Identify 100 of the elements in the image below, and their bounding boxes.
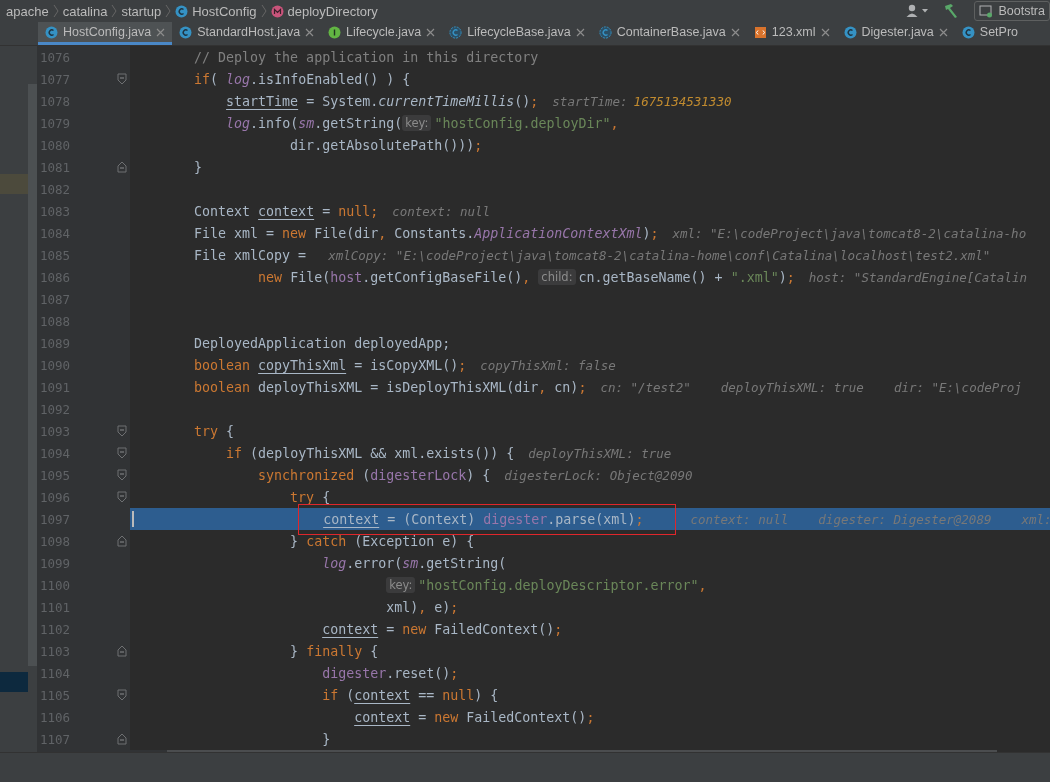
code-token: boolean [194, 379, 251, 395]
code-token: ; [650, 225, 659, 241]
close-icon[interactable] [426, 27, 436, 37]
close-icon[interactable] [730, 27, 740, 37]
fold-marker-icon[interactable] [116, 645, 127, 657]
fold-marker-icon[interactable] [116, 73, 127, 85]
fold-marker-icon[interactable] [116, 425, 127, 437]
close-icon[interactable] [305, 27, 315, 37]
editor-tab[interactable]: ContainerBase.java [591, 22, 747, 45]
fold-marker-icon[interactable] [116, 689, 127, 701]
run-configuration-dropdown[interactable]: Bootstra [974, 1, 1050, 21]
chevron-icon [52, 4, 59, 18]
code-token: ) [778, 269, 787, 285]
parameter-hint: key: [386, 577, 416, 593]
code-token: File xml = [194, 225, 276, 241]
editor-tab[interactable]: StandardHost.java [172, 22, 322, 45]
inline-value-hint: context: null digester: Digester@2089 xml: [690, 511, 1050, 527]
code-token: if [194, 71, 211, 87]
fold-marker-icon[interactable] [116, 535, 127, 547]
code-token: (Exception e) { [354, 533, 475, 549]
code-token: = [322, 203, 332, 219]
code-token: context [354, 687, 411, 703]
code-token: } [194, 159, 203, 175]
code-token: , [610, 115, 619, 131]
breadcrumb-item[interactable]: catalina [62, 3, 108, 19]
code-token: = System. [306, 93, 379, 109]
code-token: sm [298, 115, 315, 131]
breadcrumb-item[interactable]: deployDirectory [287, 3, 378, 19]
inline-value-hint: context: null [392, 203, 491, 219]
code-token: Context [194, 203, 252, 219]
code-token: digester [483, 511, 548, 527]
abstract-class-icon [449, 25, 463, 39]
inline-value-hint: 1675134531330 [633, 93, 732, 109]
close-icon[interactable] [575, 27, 585, 37]
class-icon [175, 4, 189, 18]
code-token: = isCopyXML() [354, 357, 459, 373]
editor-tab[interactable]: Lifecycle.java [321, 22, 443, 45]
code-token: { [322, 489, 331, 505]
code-token: xml) [386, 599, 419, 615]
fold-marker-icon[interactable] [116, 161, 127, 173]
code-token: copyThisXml [258, 357, 347, 373]
code-token: null [442, 687, 475, 703]
code-token: finally [306, 643, 363, 659]
parameter-hint: child: [538, 269, 576, 285]
code-token: ".xml" [730, 269, 779, 285]
code-token: log [226, 115, 251, 131]
close-icon[interactable] [938, 27, 948, 37]
app-window-icon [979, 4, 994, 18]
code-token: .parse(xml) [547, 511, 636, 527]
code-token: ( [210, 71, 220, 87]
editor-tab[interactable]: SetPro [954, 22, 1026, 45]
code-token: try [194, 423, 219, 439]
code-token: } [290, 643, 300, 659]
code-token: File xmlCopy = [194, 247, 308, 263]
editor-tab[interactable]: 123.xml [746, 22, 837, 45]
fold-marker-icon[interactable] [116, 491, 127, 503]
code-token: ; [530, 93, 539, 109]
fold-marker-icon[interactable] [116, 469, 127, 481]
code-token: .getString( [418, 555, 507, 571]
code-token: ; [635, 511, 644, 527]
code-token: new [282, 225, 307, 241]
chevron-icon [165, 4, 172, 18]
parameter-hint: key: [402, 115, 432, 131]
code-token: host [330, 269, 363, 285]
inline-value-hint: xmlCopy: "E:\codeProject\java\tomcat8-2\catalina-home\conf\Catalina\localhost\test2.xml" [328, 247, 991, 263]
code-token: boolean [194, 357, 252, 373]
close-icon[interactable] [820, 27, 830, 37]
code-token: if [226, 445, 243, 461]
code-token: context [354, 709, 411, 725]
code-token: log [226, 71, 251, 87]
code-token: ) [642, 225, 651, 241]
editor-tab[interactable]: HostConfig.java [38, 22, 173, 45]
code-token: , [522, 269, 532, 285]
method-icon [270, 4, 284, 18]
inline-value-hint: deployThisXML: true [528, 445, 672, 461]
fold-marker-icon[interactable] [116, 733, 127, 745]
text-cursor [132, 511, 134, 527]
chevron-icon [111, 4, 118, 18]
code-token: File(dir [314, 225, 379, 241]
code-token: context [323, 511, 380, 527]
breadcrumb-item[interactable]: HostConfig [192, 3, 257, 19]
code-token: (deployThisXML && xml.exists()) { [250, 445, 515, 461]
editor-tab[interactable]: Digester.java [836, 22, 955, 45]
editor-tab[interactable]: LifecycleBase.java [442, 22, 592, 45]
fold-marker-icon[interactable] [116, 447, 127, 459]
code-token: () [514, 93, 531, 109]
code-token: ; [786, 269, 795, 285]
inline-value-hint: xml: "E:\codeProject\java\tomcat8-2\catalina-ho [672, 225, 1027, 241]
code-token: context [258, 203, 315, 219]
abstract-class-icon [598, 25, 612, 39]
code-token: , [698, 577, 707, 593]
code-token: deployThisXML = isDeployThisXML(dir [258, 379, 539, 395]
close-icon[interactable] [156, 27, 166, 37]
code-token: Constants. [394, 225, 475, 241]
code-token: , [418, 599, 427, 615]
code-token: .getString( [314, 115, 403, 131]
breadcrumb-item[interactable]: apache [6, 3, 49, 19]
code-token: , [378, 225, 387, 241]
code-token: context [322, 621, 379, 637]
breadcrumb-item[interactable]: startup [121, 3, 162, 19]
